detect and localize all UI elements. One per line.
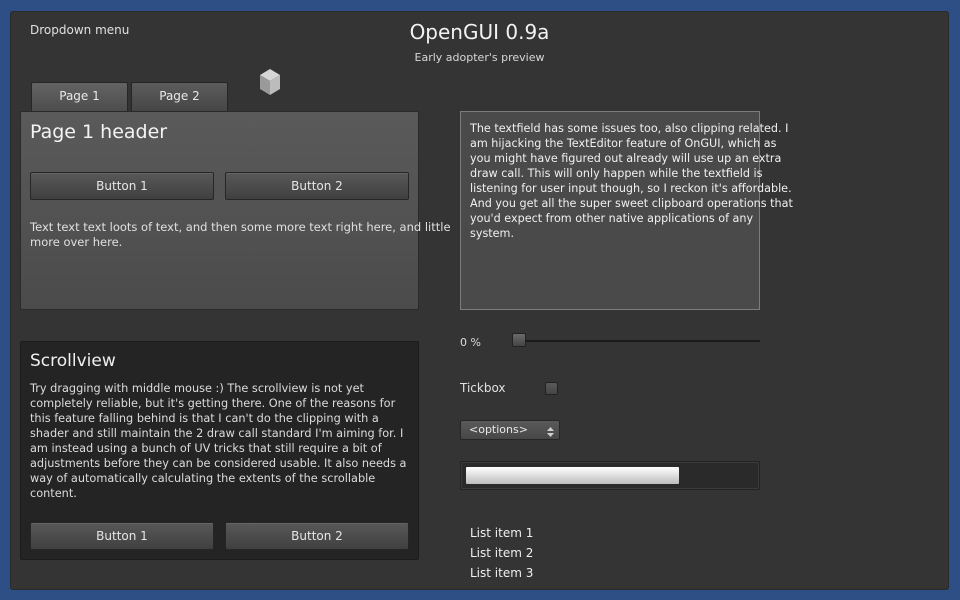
text-field-content: The textfield has some issues too, also … <box>470 122 793 240</box>
scrollview-button-1[interactable]: Button 1 <box>30 522 214 550</box>
page-subtitle: Early adopter's preview <box>414 51 545 64</box>
text-field[interactable]: The textfield has some issues too, also … <box>460 111 793 310</box>
scrollview[interactable]: Scrollview Try dragging with middle mous… <box>20 341 419 560</box>
tab-page-1[interactable]: Page 1 <box>31 82 128 111</box>
tickbox[interactable] <box>545 382 558 395</box>
scrollview-text: Try dragging with middle mouse :) The sc… <box>30 382 407 500</box>
cube-icon <box>258 67 282 97</box>
tickbox-label: Tickbox <box>460 381 506 395</box>
up-down-arrow-icon <box>547 425 554 437</box>
list-item[interactable]: List item 1 <box>470 523 533 543</box>
slider-track[interactable] <box>512 340 760 342</box>
list-item[interactable]: List item 3 <box>470 563 533 583</box>
list: List item 1 List item 2 List item 3 <box>470 523 533 583</box>
scrollview-header: Scrollview <box>30 351 116 371</box>
page1-button-1[interactable]: Button 1 <box>30 172 214 200</box>
main-window: Dropdown menu OpenGUI 0.9a Early adopter… <box>10 11 949 590</box>
panel-text: Text text text loots of text, and then s… <box>30 220 451 249</box>
scrollview-button-2[interactable]: Button 2 <box>225 522 409 550</box>
progress-bar <box>460 461 760 490</box>
progress-fill <box>466 467 679 484</box>
select-value: <options> <box>469 423 528 436</box>
list-item[interactable]: List item 2 <box>470 543 533 563</box>
page-title: OpenGUI 0.9a <box>409 20 550 44</box>
slider-thumb[interactable] <box>512 333 526 347</box>
slider-value-label: 0 % <box>460 336 481 349</box>
panel-header: Page 1 header <box>30 121 168 143</box>
page-1-panel: Page 1 header Button 1 Button 2 Text tex… <box>20 111 451 310</box>
page1-button-2[interactable]: Button 2 <box>225 172 409 200</box>
options-select[interactable]: <options> <box>460 420 560 440</box>
tab-page-2[interactable]: Page 2 <box>131 82 228 111</box>
